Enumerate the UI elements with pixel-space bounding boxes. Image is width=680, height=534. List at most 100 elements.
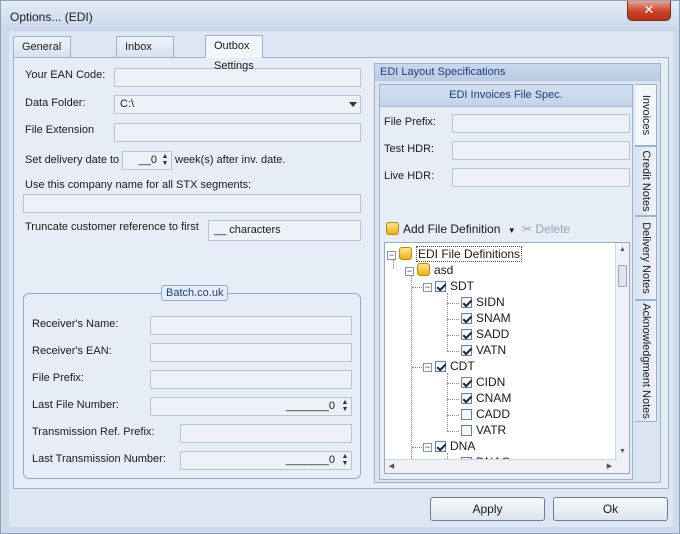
collapse-icon[interactable]: − <box>423 363 432 372</box>
scroll-left-icon[interactable]: ◀ <box>385 460 398 473</box>
edi-definitions-tree[interactable]: − EDI File Definitions − asd − SDT SIDN SNAM S… <box>384 242 630 474</box>
collapse-icon[interactable]: − <box>423 283 432 292</box>
tree-node-label: CIDN <box>476 375 506 389</box>
chevron-down-icon[interactable] <box>349 102 357 107</box>
delivery-weeks-stepper[interactable]: __0 ▲ ▼ <box>122 151 172 170</box>
vtab-invoices-label: Invoices <box>639 94 652 136</box>
delete-button[interactable]: ✂ Delete <box>522 222 570 236</box>
scroll-right-icon[interactable]: ▶ <box>603 460 616 473</box>
checkbox[interactable] <box>435 281 446 292</box>
checkbox[interactable] <box>435 361 446 372</box>
batch-file-prefix-label: File Prefix: <box>32 372 84 384</box>
tree-line <box>447 373 448 431</box>
tree-node-label: CDT <box>450 359 475 373</box>
tree-field-node[interactable]: CNAM <box>461 391 511 407</box>
apply-button[interactable]: Apply <box>430 497 545 521</box>
vtab-delivery-notes[interactable]: Delivery Notes <box>635 216 657 300</box>
checkbox[interactable] <box>461 393 472 404</box>
tree-field-node[interactable]: SIDN <box>461 295 505 311</box>
tree-line <box>447 399 459 400</box>
live-hdr-input[interactable] <box>452 168 630 187</box>
tree-line <box>447 293 448 351</box>
transmission-prefix-input[interactable] <box>180 424 352 443</box>
tree-field-node[interactable]: SNAM <box>461 311 511 327</box>
delete-label: Delete <box>535 222 571 236</box>
checkbox[interactable] <box>461 345 472 356</box>
vtab-invoices[interactable]: Invoices <box>635 84 657 146</box>
invoices-spec-panel: EDI Invoices File Spec. File Prefix: Tes… <box>379 84 633 480</box>
tree-line <box>447 335 459 336</box>
spin-arrows-icon[interactable]: ▲ ▼ <box>161 153 169 168</box>
tree-node-label: SIDN <box>476 295 505 309</box>
tree-field-node[interactable]: VATR <box>461 423 506 439</box>
tab-general-settings[interactable]: General Settings <box>13 36 71 73</box>
truncate-input[interactable]: __ characters <box>208 220 361 241</box>
add-icon <box>386 222 399 235</box>
spin-arrows-icon[interactable]: ▲ ▼ <box>341 399 349 414</box>
data-folder-value: C:\ <box>120 98 135 110</box>
tree-node-label: CADD <box>476 407 511 421</box>
checkbox[interactable] <box>435 441 446 452</box>
vtab-delivery-notes-label: Delivery Notes <box>639 222 652 294</box>
tree-vertical-scrollbar[interactable]: ▲ ▼ <box>615 243 629 473</box>
receiver-name-input[interactable] <box>150 316 352 335</box>
spin-arrows-icon[interactable]: ▲ ▼ <box>341 453 349 468</box>
tab-outbox-settings[interactable]: Outbox Settings <box>205 35 263 72</box>
receiver-name-label: Receiver's Name: <box>32 318 119 330</box>
test-hdr-label: Test HDR: <box>384 143 435 155</box>
tree-root[interactable]: − EDI File Definitions <box>387 246 523 263</box>
last-file-number-stepper[interactable]: _______0 ▲ ▼ <box>150 397 352 416</box>
scroll-up-icon[interactable]: ▲ <box>616 243 629 257</box>
scroll-thumb[interactable] <box>618 265 627 287</box>
batch-file-prefix-input[interactable] <box>150 370 352 389</box>
checkbox[interactable] <box>461 377 472 388</box>
receiver-ean-input[interactable] <box>150 343 352 362</box>
tree-node-label: VATN <box>476 343 507 357</box>
tree-line <box>447 319 459 320</box>
checkbox[interactable] <box>435 473 446 474</box>
tree-line <box>411 273 412 473</box>
tab-inbox-settings[interactable]: Inbox Settings <box>116 36 174 73</box>
test-hdr-input[interactable] <box>452 141 630 160</box>
close-button[interactable]: ✕ <box>627 1 671 21</box>
add-file-definition-button[interactable]: Add File Definition ▼ <box>386 222 516 236</box>
chevron-down-icon[interactable]: ▼ <box>508 226 516 235</box>
collapse-icon[interactable]: − <box>423 443 432 452</box>
ok-button[interactable]: Ok <box>553 497 668 521</box>
edi-layout-panel: EDI Layout Specifications EDI Invoices F… <box>374 63 661 483</box>
tree-node-label: SNAM <box>476 311 511 325</box>
delivery-label: Set delivery date to <box>25 154 120 166</box>
tree-field-node[interactable]: VATN <box>461 343 506 359</box>
edi-file-prefix-input[interactable] <box>452 114 630 133</box>
collapse-icon[interactable]: − <box>405 267 414 276</box>
company-name-input[interactable] <box>23 194 361 213</box>
tree-segment-node[interactable]: − CDT <box>423 359 475 375</box>
vtab-credit-notes[interactable]: Credit Notes <box>635 146 657 216</box>
invoices-spec-title: EDI Invoices File Spec. <box>380 85 632 107</box>
last-file-number-value: _______0 <box>286 400 335 412</box>
tree-segment-node[interactable]: − SDT <box>423 279 474 295</box>
tree-field-node[interactable]: CADD <box>461 407 510 423</box>
vtab-acknowledgment-notes[interactable]: Acknowledgment Notes <box>635 300 657 422</box>
tree-file-label: asd <box>434 263 454 277</box>
last-transmission-stepper[interactable]: _______0 ▲ ▼ <box>180 451 352 470</box>
delivery-weeks-value: __0 <box>138 154 157 166</box>
scroll-down-icon[interactable]: ▼ <box>616 445 629 459</box>
tree-horizontal-scrollbar[interactable]: ◀ ▶ <box>385 459 617 473</box>
outbox-settings-page: Your EAN Code: Data Folder: C:\ File Ext… <box>13 57 669 489</box>
data-folder-select[interactable]: C:\ <box>114 95 361 114</box>
file-extension-input[interactable] <box>114 123 361 142</box>
collapse-icon[interactable]: − <box>387 251 396 260</box>
checkbox[interactable] <box>461 409 472 420</box>
tree-field-node[interactable]: SADD <box>461 327 509 343</box>
checkbox[interactable] <box>461 425 472 436</box>
vtab-acknowledgment-notes-label: Acknowledgment Notes <box>639 303 652 419</box>
tree-segment-node[interactable]: − DNA <box>423 439 475 455</box>
tree-file-node[interactable]: − asd <box>405 263 453 279</box>
checkbox[interactable] <box>461 329 472 340</box>
tree-field-node[interactable]: CIDN <box>461 375 505 391</box>
definitions-toolbar: Add File Definition ▼ ✂ Delete <box>384 219 628 241</box>
checkbox[interactable] <box>461 313 472 324</box>
checkbox[interactable] <box>461 297 472 308</box>
tree-line <box>412 447 422 448</box>
